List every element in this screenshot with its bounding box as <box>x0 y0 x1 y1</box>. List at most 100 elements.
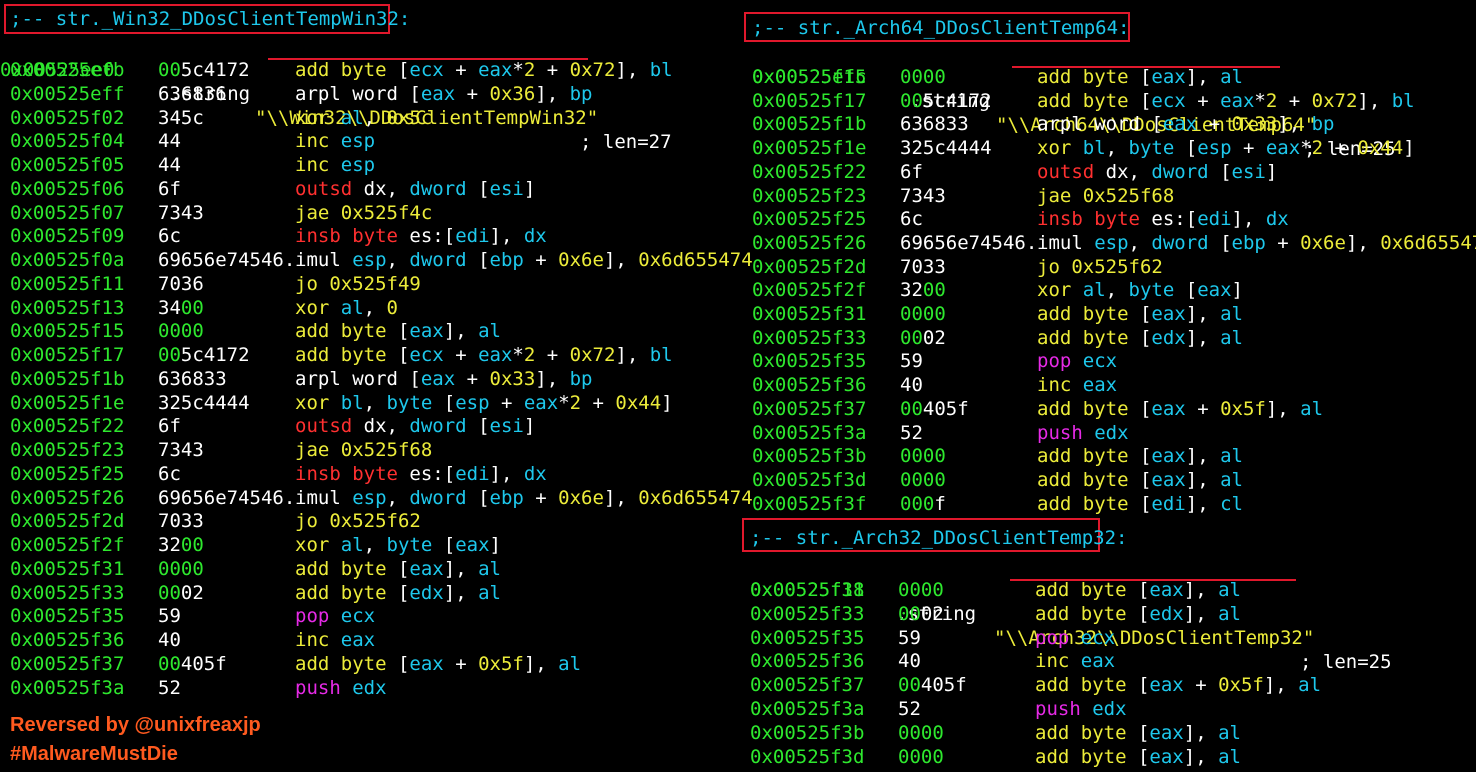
disasm-row: 0x00525f09 6c insb byte es:[edi], dx <box>0 224 730 248</box>
instruction: inc eax <box>1035 650 1116 673</box>
instruction: add byte [ecx + eax*2 + 0x72], bl <box>295 344 673 366</box>
address: 0x00525f37 <box>752 397 867 420</box>
opcode-bytes: 325c4444 <box>158 391 250 414</box>
address: 0x00525f31 <box>750 579 865 601</box>
opcode-bytes: 0000 <box>900 468 946 491</box>
instruction: jo 0x525f62 <box>295 510 421 533</box>
disasm-row: 0x00525f36 40 inc eax <box>742 649 1476 673</box>
instruction: add byte [eax], al <box>295 557 501 580</box>
address: 0x00525f04 <box>10 130 125 153</box>
disasm-row: 0x00525f17 005c4172 add byte [ecx + eax*2 … <box>744 89 1476 113</box>
instruction: push edx <box>1037 421 1129 444</box>
address: 0x00525f3b <box>752 445 867 468</box>
instruction: imul esp, dword [ebp + 0x6e], 0x6d655474 <box>295 486 753 509</box>
address: 0x00525f33 <box>752 326 867 349</box>
opcode-bytes: 52 <box>900 421 923 444</box>
disasm-row: 0x00525f06 6f outsd dx, dword [esi] <box>0 177 730 201</box>
right-pane-arch64: ;-- str._Arch64_DDosClientTemp64: 0x0052… <box>744 0 1476 520</box>
instruction: xor al, byte [eax] <box>295 534 501 556</box>
instruction: imul esp, dword [ebp + 0x6e], 0x6d655474 <box>295 249 753 271</box>
disasm-row: 0x00525f26 69656e74546. imul esp, dword [e… <box>744 231 1476 255</box>
instruction: add byte [edi], cl <box>1037 492 1243 515</box>
address: 0x00525f22 <box>752 160 867 183</box>
address: 0x00525f3a <box>752 421 867 444</box>
instruction: xor al, 0x5c <box>295 106 433 129</box>
left-pane-win32: ;-- str._Win32_DDosClientTempWin32: 0x00… <box>0 0 753 700</box>
address: 0x00525f02 <box>10 106 125 129</box>
instruction: add byte [eax], al <box>1035 721 1241 744</box>
disasm-row: 0x00525f3a 52 push edx <box>742 697 1476 721</box>
address: 0x00525f33 <box>750 602 865 625</box>
disasm-row: 0x00525f2d 7033 jo 0x525f62 <box>0 509 730 533</box>
disasm-row: 0x00525f11 7036 jo 0x525f49 <box>0 272 730 296</box>
address: 0x00525f06 <box>10 177 125 200</box>
address: 0x00525f23 <box>752 184 867 207</box>
instruction: outsd dx, dword [esi] <box>295 177 536 200</box>
instruction: arpl word [eax + 0x33], bp <box>295 367 593 390</box>
address: 0x00525f33 <box>10 581 125 604</box>
instruction: pop ecx <box>1035 626 1116 649</box>
disasm-row: 0x00525f02 345c xor al, 0x5c <box>0 106 730 130</box>
instruction: inc eax <box>1037 374 1118 397</box>
opcode-bytes: 7343 <box>158 439 204 461</box>
instruction: xor bl, byte [esp + eax*2 + 0x44] <box>295 391 673 414</box>
address: 0x00525f25 <box>10 462 125 485</box>
string-line: 0x00525f18 .string "\\Arch32\\DDosClient… <box>742 554 1392 673</box>
opcode-bytes: 59 <box>158 605 181 628</box>
instruction: add byte [eax], al <box>295 320 501 343</box>
address: 0x00525f15 <box>752 66 867 88</box>
disasm-row: 0x00525f23 7343 jae 0x525f68 <box>0 438 730 462</box>
address: 0x00525f37 <box>10 652 125 675</box>
address: 0x00525f31 <box>752 303 867 325</box>
instruction: add byte [eax], al <box>1035 745 1241 768</box>
address: 0x00525f31 <box>10 557 125 580</box>
address: 0x00525f09 <box>10 225 125 248</box>
disasm-row: 0x00525f31 0000 add byte [eax], al <box>0 557 730 581</box>
disasm-row: 0x00525f1b 636833 arpl word [eax + 0x33], … <box>744 112 1476 136</box>
opcode-bytes: 59 <box>898 626 921 649</box>
disasm-row: 0x00525f35 59 pop ecx <box>742 626 1476 650</box>
instruction: jae 0x525f4c <box>295 201 433 224</box>
address: 0x00525f3b <box>750 721 865 744</box>
instruction: add byte [ecx + eax*2 + 0x72], bl <box>295 59 673 81</box>
opcode-bytes: 345c <box>158 106 204 129</box>
instruction: add byte [eax + 0x5f], al <box>295 652 582 675</box>
instruction: jae 0x525f68 <box>1037 184 1175 207</box>
instruction: insb byte es:[edi], dx <box>295 225 547 248</box>
disasm-row: 0x00525f31 0000 add byte [eax], al <box>742 578 1476 602</box>
instruction: add byte [eax], al <box>1035 579 1241 601</box>
address: 0x00525f37 <box>750 674 865 697</box>
instruction: add byte [eax], al <box>1037 468 1243 491</box>
instruction: add byte [edx], al <box>1037 326 1243 349</box>
opcode-bytes: 6f <box>900 160 923 183</box>
instruction: add byte [eax + 0x5f], al <box>1037 397 1324 420</box>
opcode-bytes: 7343 <box>158 201 204 224</box>
disasm-row: 0x00525f25 6c insb byte es:[edi], dx <box>744 207 1476 231</box>
opcode-bytes: 40 <box>158 629 181 651</box>
address: 0x00525f2d <box>752 255 867 278</box>
opcode-bytes: 52 <box>898 698 921 720</box>
address: 0x00525f1e <box>752 137 867 160</box>
disasm-row: 0x00525f33 0002 add byte [edx], al <box>0 581 730 605</box>
instruction: inc esp <box>295 154 376 176</box>
opcode-bytes: 3400 <box>158 296 204 319</box>
opcode-bytes: 005c4172 <box>900 89 992 112</box>
disasm-row: 0x00525f17 005c4172 add byte [ecx + eax*2 … <box>0 343 730 367</box>
address: 0x00525f35 <box>750 626 865 649</box>
disasm-row: 0x00525f37 00405f add byte [eax + 0x5f], a… <box>744 397 1476 421</box>
address: 0x00525f22 <box>10 415 125 438</box>
opcode-bytes: 0000 <box>158 320 204 343</box>
address: 0x00525f15 <box>10 320 125 343</box>
disasm-row: 0x00525f1e 325c4444 xor bl, byte [esp + ea… <box>744 136 1476 160</box>
disasm-row: 0x00525f2d 7033 jo 0x525f62 <box>744 255 1476 279</box>
credit-author: Reversed by @unixfreaxjp <box>10 714 261 736</box>
address: 0x00525f1e <box>10 391 125 414</box>
disasm-row: 0x00525f23 7343 jae 0x525f68 <box>744 184 1476 208</box>
opcode-bytes: 59 <box>900 350 923 373</box>
address: 0x00525f07 <box>10 201 125 224</box>
opcode-bytes: 00405f <box>898 674 967 697</box>
instruction: add byte [eax], al <box>1037 303 1243 325</box>
address: 0x00525f0a <box>10 249 125 271</box>
instruction: add byte [eax + 0x5f], al <box>1035 674 1322 697</box>
instruction: pop ecx <box>1037 350 1118 373</box>
